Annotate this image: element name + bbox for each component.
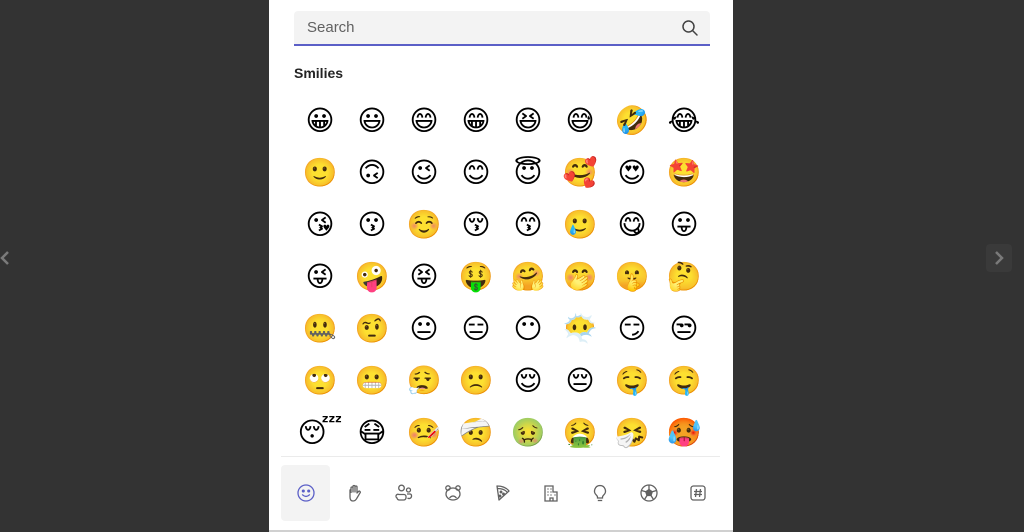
emoji-button[interactable]: 🥲 bbox=[554, 199, 606, 251]
emoji-button[interactable]: 😂 bbox=[658, 95, 710, 147]
emoji-button[interactable]: 😒 bbox=[658, 303, 710, 355]
emoji-button[interactable]: 😔 bbox=[554, 355, 606, 407]
soccer-ball-icon bbox=[639, 484, 658, 502]
emoji-button[interactable]: 🤒 bbox=[398, 407, 450, 459]
tab-people[interactable] bbox=[379, 465, 428, 521]
emoji-button[interactable]: 🤧 bbox=[606, 407, 658, 459]
tab-smilies[interactable] bbox=[281, 465, 330, 521]
section-title: Smilies bbox=[294, 65, 344, 81]
emoji-button[interactable]: 🤩 bbox=[658, 147, 710, 199]
emoji-button[interactable]: 🤫 bbox=[606, 251, 658, 303]
search-icon[interactable] bbox=[681, 19, 699, 37]
divider bbox=[281, 456, 720, 457]
emoji-button[interactable]: 🤪 bbox=[346, 251, 398, 303]
emoji-picker: Smilies 😀😃😄😁😆😅🤣😂 🙂🙃😉😊😇🥰😍🤩 😘😗☺️😚😙🥲😋😛 😜🤪😝🤑🤗🤭🤫… bbox=[269, 0, 733, 532]
lightbulb-icon bbox=[593, 484, 606, 502]
emoji-button[interactable]: 😉 bbox=[398, 147, 450, 199]
hand-icon bbox=[348, 484, 361, 502]
emoji-button[interactable]: 😆 bbox=[502, 95, 554, 147]
emoji-button[interactable]: 😷 bbox=[346, 407, 398, 459]
emoji-button[interactable]: 😅 bbox=[554, 95, 606, 147]
emoji-button[interactable]: 😁 bbox=[450, 95, 502, 147]
pizza-icon bbox=[495, 485, 510, 501]
emoji-button[interactable]: 🙃 bbox=[346, 147, 398, 199]
emoji-button[interactable]: 😊 bbox=[450, 147, 502, 199]
emoji-button[interactable]: 😶 bbox=[502, 303, 554, 355]
chevron-left-icon bbox=[0, 251, 9, 265]
tab-symbols[interactable] bbox=[673, 465, 722, 521]
emoji-button[interactable]: 😃 bbox=[346, 95, 398, 147]
emoji-button[interactable]: 😑 bbox=[450, 303, 502, 355]
search-box bbox=[294, 11, 710, 46]
tab-hand-gestures[interactable] bbox=[330, 465, 379, 521]
emoji-button[interactable]: 🤢 bbox=[502, 407, 554, 459]
emoji-button[interactable]: 🤕 bbox=[450, 407, 502, 459]
emoji-button[interactable]: 🙁 bbox=[450, 355, 502, 407]
emoji-button[interactable]: 😏 bbox=[606, 303, 658, 355]
emoji-button[interactable]: 😜 bbox=[294, 251, 346, 303]
emoji-button[interactable]: 🤣 bbox=[606, 95, 658, 147]
emoji-button[interactable]: 😬 bbox=[346, 355, 398, 407]
emoji-button[interactable]: 🤨 bbox=[346, 303, 398, 355]
bear-icon bbox=[444, 485, 461, 501]
building-icon bbox=[543, 485, 558, 502]
emoji-button[interactable]: 😗 bbox=[346, 199, 398, 251]
emoji-button[interactable]: ☺️ bbox=[398, 199, 450, 251]
emoji-button[interactable]: 🙂 bbox=[294, 147, 346, 199]
emoji-button[interactable]: 😚 bbox=[450, 199, 502, 251]
tab-animals[interactable] bbox=[428, 465, 477, 521]
emoji-button[interactable]: 😐 bbox=[398, 303, 450, 355]
previous-button[interactable] bbox=[0, 244, 18, 272]
emoji-button[interactable]: 🥰 bbox=[554, 147, 606, 199]
emoji-button[interactable]: 😀 bbox=[294, 95, 346, 147]
tab-travel-places[interactable] bbox=[526, 465, 575, 521]
smiley-icon bbox=[296, 484, 315, 502]
next-button[interactable] bbox=[986, 244, 1012, 272]
emoji-button[interactable]: 🤔 bbox=[658, 251, 710, 303]
emoji-button[interactable]: 😶‍🌫️ bbox=[554, 303, 606, 355]
emoji-button[interactable]: 😴 bbox=[294, 407, 346, 459]
emoji-button[interactable]: 😘 bbox=[294, 199, 346, 251]
emoji-button[interactable]: 😛 bbox=[658, 199, 710, 251]
hashtag-icon bbox=[689, 485, 706, 501]
emoji-button[interactable]: 😮‍💨 bbox=[398, 355, 450, 407]
emoji-button[interactable]: 🙄 bbox=[294, 355, 346, 407]
emoji-button[interactable]: 🥵 bbox=[658, 407, 710, 459]
tab-food[interactable] bbox=[477, 465, 526, 521]
emoji-button[interactable]: 😙 bbox=[502, 199, 554, 251]
people-icon bbox=[394, 484, 412, 501]
emoji-button[interactable]: 😄 bbox=[398, 95, 450, 147]
chevron-right-icon bbox=[995, 251, 1004, 265]
tab-objects[interactable] bbox=[575, 465, 624, 521]
emoji-button[interactable]: 🤐 bbox=[294, 303, 346, 355]
emoji-button[interactable]: 🤮 bbox=[554, 407, 606, 459]
emoji-button[interactable]: 😝 bbox=[398, 251, 450, 303]
emoji-button[interactable]: 😌 bbox=[502, 355, 554, 407]
emoji-button[interactable]: 🤑 bbox=[450, 251, 502, 303]
emoji-button[interactable]: 🤗 bbox=[502, 251, 554, 303]
emoji-button[interactable]: 🤤 bbox=[606, 355, 658, 407]
emoji-button[interactable]: 😇 bbox=[502, 147, 554, 199]
emoji-grid: 😀 😃 😄 😁 😆 😅 🤣 😂 🙂 🙃 😉 😊 😇 🥰 😍 🤩 😘 😗 ☺️ 😚 😙 🥲 😋 😛 😜 🤪 😝 🤑 🤗 🤭 🤫 🤔 🤐 🤨 😐 😑 😶 😶‍… bbox=[294, 95, 714, 459]
emoji-button[interactable]: 😍 bbox=[606, 147, 658, 199]
emoji-button[interactable]: 🤭 bbox=[554, 251, 606, 303]
search-input[interactable] bbox=[294, 11, 664, 44]
category-tabs bbox=[281, 465, 722, 521]
emoji-button[interactable]: 🤤 bbox=[658, 355, 710, 407]
emoji-button[interactable]: 😋 bbox=[606, 199, 658, 251]
tab-activities[interactable] bbox=[624, 465, 673, 521]
